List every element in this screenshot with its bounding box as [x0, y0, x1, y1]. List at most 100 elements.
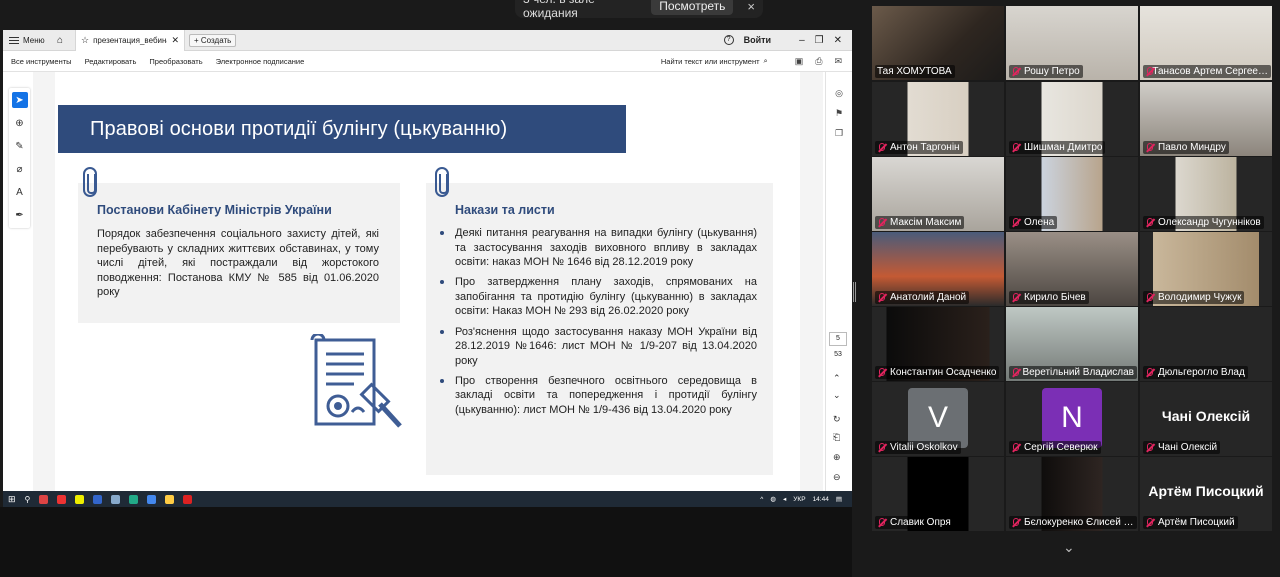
close-window-icon[interactable]: ✕	[834, 35, 842, 46]
stamp-tool-icon[interactable]: ✒	[12, 207, 28, 223]
participant-tile[interactable]: V Vitalii Oskolkov	[872, 382, 1004, 456]
close-banner-button[interactable]: ×	[747, 0, 755, 14]
sticky-notes-icon[interactable]	[75, 494, 85, 504]
participant-name: Антон Таргонін	[875, 141, 963, 154]
slide-title: Правові основи протидії булінгу (цькуван…	[58, 105, 626, 153]
close-tab-icon[interactable]: ✕	[171, 35, 179, 46]
minimize-icon[interactable]: –	[799, 35, 805, 46]
participant-tile[interactable]: Рошу Петро	[1006, 6, 1138, 80]
participant-tile[interactable]: Дюльгерогло Влад	[1140, 307, 1272, 381]
new-tab-button[interactable]: + Создать	[189, 33, 237, 47]
text-select-tool-icon[interactable]: A	[12, 184, 28, 200]
participant-name: Рошу Петро	[1009, 65, 1083, 78]
view-waiting-room-button[interactable]: Посмотреть	[651, 0, 734, 15]
app-icon[interactable]	[93, 494, 103, 504]
save-page-icon[interactable]: ⎗	[833, 432, 840, 443]
print-icon[interactable]: ⎙	[815, 56, 822, 67]
chevron-down-icon[interactable]: ⌄	[833, 390, 841, 401]
hamburger-icon	[9, 36, 19, 44]
page-number-input[interactable]: 5	[829, 332, 847, 346]
volume-icon[interactable]: ◂	[783, 495, 786, 503]
participant-tile[interactable]: Кирило Бічев	[1006, 232, 1138, 306]
home-icon[interactable]: ⌂	[53, 35, 67, 46]
muted-mic-icon	[1011, 142, 1020, 153]
language-indicator[interactable]: УКР	[793, 496, 805, 503]
zoom-app-icon[interactable]	[147, 494, 157, 504]
participant-tile[interactable]: Тая ХОМУТОВА	[872, 6, 1004, 80]
cabinet-decrees-heading: Постанови Кабінету Міністрів України	[97, 203, 332, 217]
right-tools-rail: ◎ ⚑ ❐	[825, 72, 852, 491]
participant-tile[interactable]: Олександр Чугунніков	[1140, 157, 1272, 231]
eraser-tool-icon[interactable]: ⌀	[12, 161, 28, 177]
system-tray: ^ ◍ ◂ УКР 14:44 ▤	[760, 495, 852, 504]
comment-icon[interactable]: ◎	[832, 88, 846, 100]
muted-mic-icon	[1011, 292, 1020, 303]
participant-name: Павло Миндру	[1143, 141, 1229, 154]
participant-tile[interactable]: Веретільний Владислав	[1006, 307, 1138, 381]
participant-tile[interactable]: Шишман Дмитро	[1006, 82, 1138, 156]
muted-mic-icon	[1145, 367, 1154, 378]
clock[interactable]: 14:44	[813, 496, 829, 503]
participant-tile[interactable]: Бєлокуренко Єлисей …	[1006, 457, 1138, 531]
zoom-in-icon[interactable]: ⊕	[833, 452, 841, 463]
document-tab[interactable]: ☆ презентация_вебинар… ✕	[75, 30, 185, 51]
participant-tile[interactable]: Павло Миндру	[1140, 82, 1272, 156]
save-icon[interactable]: ▣	[795, 56, 804, 67]
search-icon: ⌕	[763, 56, 768, 65]
chevron-up-icon[interactable]: ⌃	[833, 373, 841, 384]
app-icon[interactable]	[111, 494, 121, 504]
opera-app-icon[interactable]	[57, 494, 67, 504]
participant-tile[interactable]: Константин Осадченко	[872, 307, 1004, 381]
muted-mic-icon	[1145, 442, 1154, 453]
muted-mic-icon	[1145, 217, 1154, 228]
pen-tool-icon[interactable]: ✎	[12, 138, 28, 154]
find-tool[interactable]: Найти текст или инструмент ⌕	[661, 56, 768, 66]
windows-start-icon[interactable]: ⊞	[8, 494, 16, 505]
participant-tile[interactable]: Танасов Артем Сергее…	[1140, 6, 1272, 80]
star-icon[interactable]: ☆	[81, 35, 89, 46]
toolbar-item-all-tools[interactable]: Все инструменты	[11, 57, 72, 66]
participant-tile[interactable]: Володимир Чужук	[1140, 232, 1272, 306]
zoom-out-icon[interactable]: ⊖	[833, 472, 841, 483]
participant-display-name: Чані Олексій	[1161, 408, 1251, 424]
toolbar-item-esign[interactable]: Электронное подписание	[216, 57, 305, 66]
participant-name: Vitalii Oskolkov	[875, 441, 961, 454]
refresh-icon[interactable]: ↻	[833, 414, 841, 425]
panel-splitter-handle[interactable]	[853, 282, 856, 302]
muted-mic-icon	[1011, 367, 1020, 378]
document-tab-title: презентация_вебинар…	[93, 35, 167, 45]
toolbar-item-convert[interactable]: Преобразовать	[149, 57, 202, 66]
paperclip-icon	[83, 167, 97, 197]
search-icon[interactable]: ⚲	[25, 495, 31, 504]
chevron-up-icon[interactable]: ^	[760, 496, 763, 503]
cabinet-decrees-text: Порядок забезпечення соціального захисту…	[97, 228, 379, 299]
file-explorer-icon[interactable]	[165, 494, 175, 504]
participant-tile[interactable]: Чані Олексій Чані Олексій	[1140, 382, 1272, 456]
cursor-tool-icon[interactable]: ➤	[11, 92, 28, 108]
participant-tile[interactable]: N Сергій Северюк	[1006, 382, 1138, 456]
chrome-app-icon[interactable]	[39, 494, 49, 504]
browser-app-icon[interactable]	[129, 494, 139, 504]
toolbar-item-edit[interactable]: Редактировать	[85, 57, 137, 66]
pdf-app-icon[interactable]	[183, 494, 193, 504]
participant-tile[interactable]: Славик Опря	[872, 457, 1004, 531]
pages-icon[interactable]: ❐	[832, 128, 846, 140]
shared-screen: Меню ⌂ ☆ презентация_вебинар… ✕ + Создат…	[3, 30, 852, 507]
participant-tile[interactable]: Антон Таргонін	[872, 82, 1004, 156]
network-icon[interactable]: ◍	[770, 495, 776, 503]
muted-mic-icon	[877, 217, 886, 228]
notifications-icon[interactable]: ▤	[836, 495, 842, 503]
bookmark-icon[interactable]: ⚑	[832, 108, 846, 120]
email-icon[interactable]: ✉	[834, 56, 842, 67]
viewer-toolbar: Все инструменты Редактировать Преобразов…	[3, 51, 852, 72]
participant-tile[interactable]: Максім Максим	[872, 157, 1004, 231]
maximize-icon[interactable]: ❐	[815, 35, 824, 46]
signin-button[interactable]: Войти	[744, 35, 771, 45]
participant-tile[interactable]: Олена	[1006, 157, 1138, 231]
zoom-comment-tool-icon[interactable]: ⊕	[12, 115, 28, 131]
gallery-next-page-chevron-icon[interactable]: ⌄	[1063, 539, 1075, 556]
participant-tile[interactable]: Артём Писоцкий Артём Писоцкий	[1140, 457, 1272, 531]
participant-tile[interactable]: Анатолий Даной	[872, 232, 1004, 306]
help-icon[interactable]: ?	[723, 35, 734, 45]
menu-button[interactable]: Меню	[3, 36, 51, 45]
